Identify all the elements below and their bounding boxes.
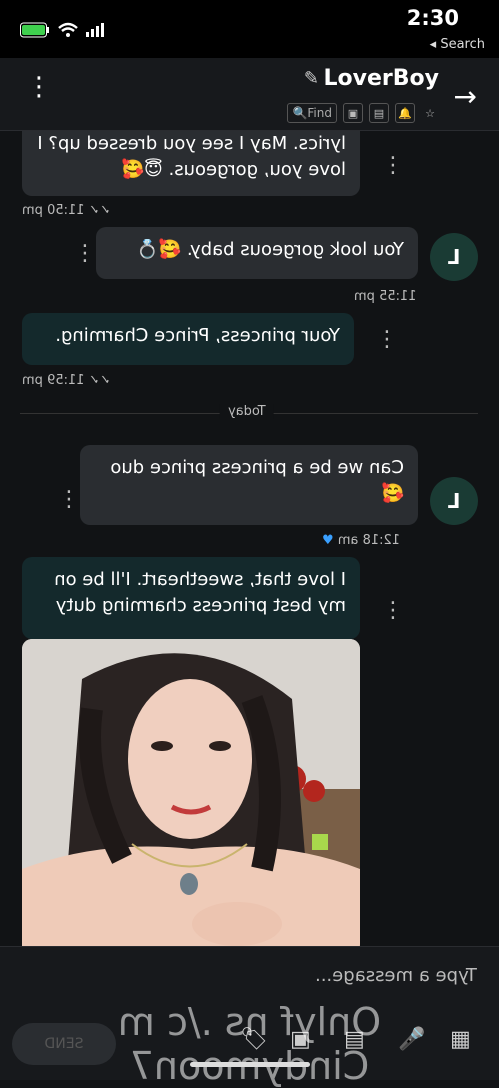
photo-image [22,639,360,946]
status-time: 2:30 [406,6,459,30]
message-input[interactable]: Type a message... [315,965,477,986]
day-divider-label: Today [220,404,274,419]
note-icon[interactable]: ▤ [369,103,389,123]
bell-icon[interactable]: 🔔 [395,103,415,123]
more-options-icon[interactable]: ⋮ [26,74,52,100]
watermark-text: Onlyf ns ./c m Cindymoon7 [117,1000,382,1088]
message-bubble: lyrics. May I see you dressed up? I love… [22,131,360,196]
image-icon[interactable]: ▣ [343,103,363,123]
message-menu-icon[interactable]: ⋮ [58,489,80,511]
message-list: lyrics. May I see you dressed up? I love… [0,131,499,946]
header-tools: 🔍Find ▣ ▤ 🔔 ☆ [287,103,439,123]
find-button[interactable]: 🔍Find [287,103,337,123]
back-to-search-link[interactable]: ◂ Search [430,37,485,52]
message-menu-icon[interactable]: ⋮ [382,600,404,622]
message-time: 11:55 pm [354,289,417,304]
message-menu-icon[interactable]: ⋮ [382,155,404,177]
message-menu-icon[interactable]: ⋮ [376,329,398,351]
message-text: Can we be a princess prince duo 🥰 [110,457,404,504]
heart-icon: ♥ [322,533,334,548]
find-label: Find [307,106,332,120]
back-search-label: Search [440,37,485,52]
message-text: lyrics. May I see you dressed up? I love… [37,133,346,180]
home-indicator [190,1062,310,1067]
message-menu-icon[interactable]: ⋮ [74,243,96,265]
message-bubble: Can we be a princess prince duo 🥰 [80,445,418,525]
star-icon[interactable]: ☆ [421,104,439,122]
status-bar: 2:30 ◂ Search [0,0,499,58]
avatar[interactable]: L [430,233,478,281]
edit-name-icon[interactable]: ✎ [304,68,319,89]
message-bubble: Your princess, Prince Charming. [22,313,354,365]
message-photo[interactable] [22,639,360,946]
wifi-icon [58,22,78,42]
message-time: ✓✓ 11:50 pm [22,203,111,218]
contact-name: LoverBoy [323,66,439,91]
message-text: You look gorgeous baby. 🥰💍 [136,239,404,260]
message-bubble: You look gorgeous baby. 🥰💍 [96,227,418,279]
message-text: I love that, sweetheart. I'll be on my b… [54,569,346,616]
message-text: Your princess, Prince Charming. [55,325,340,346]
signal-icon [86,22,106,41]
message-bubble: I love that, sweetheart. I'll be on my b… [22,557,360,639]
avatar[interactable]: L [430,477,478,525]
message-time: 12:18 am ♥ [322,533,401,548]
battery-icon [20,22,50,42]
message-time: ✓✓ 11:59 pm [22,373,111,388]
back-arrow-icon[interactable]: → [454,80,477,113]
chat-header: ⋮ ✎ LoverBoy → 🔍Find ▣ ▤ 🔔 ☆ [0,58,499,131]
